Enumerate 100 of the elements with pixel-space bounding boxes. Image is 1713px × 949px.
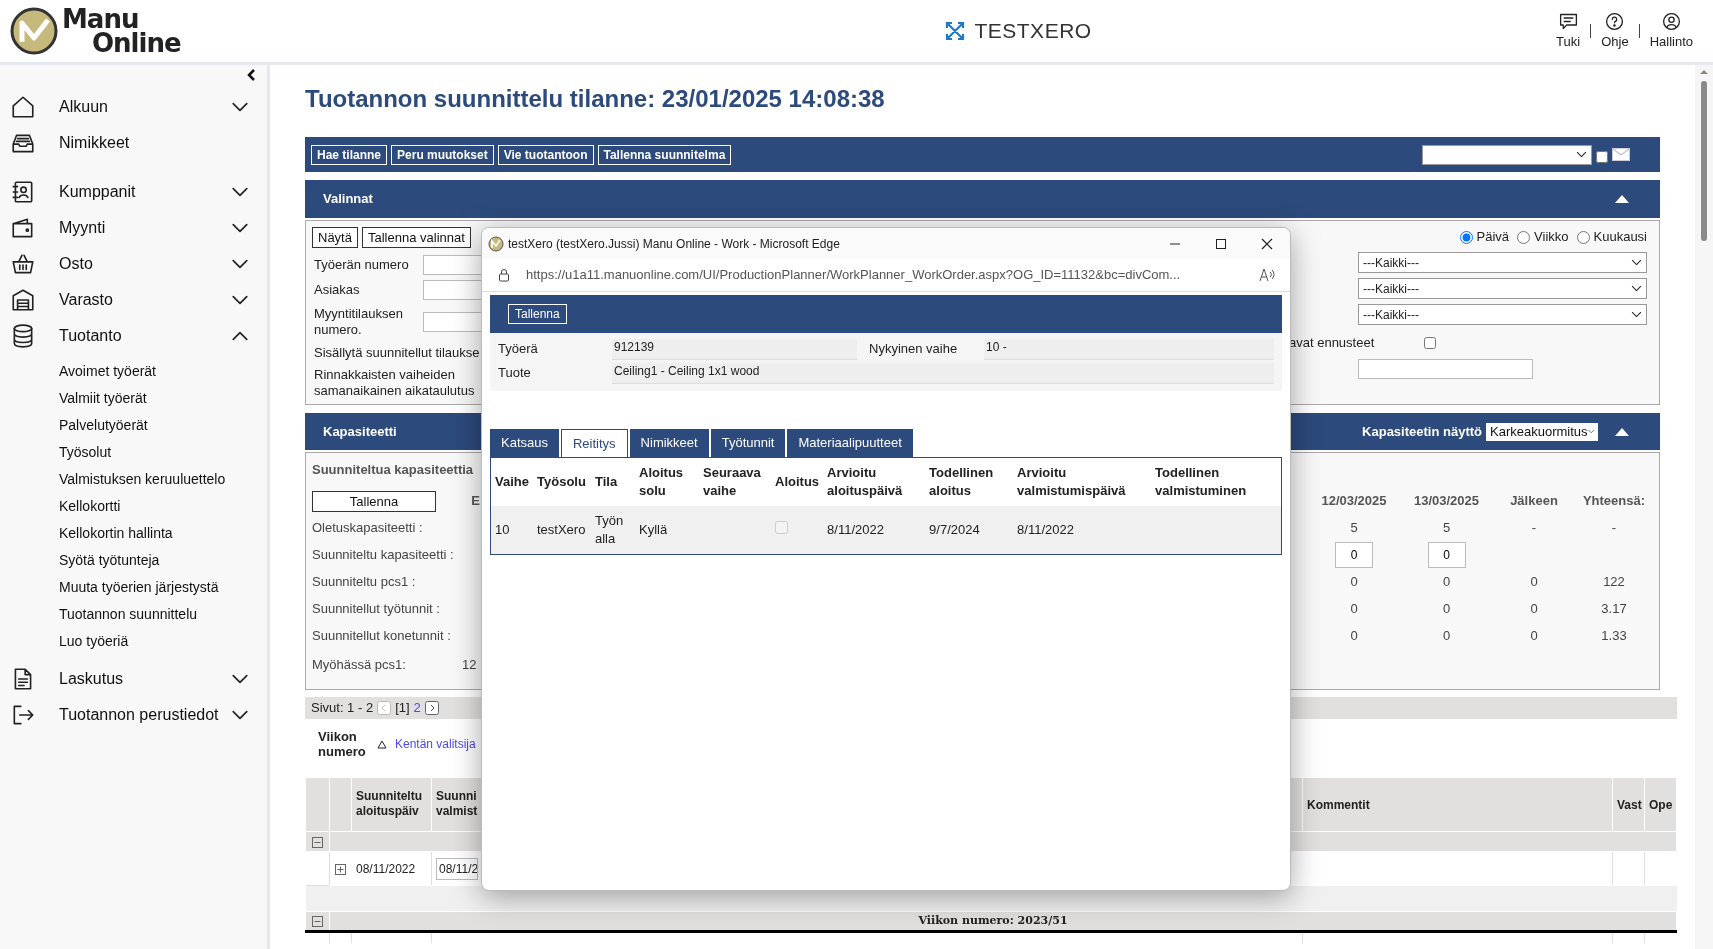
select-field[interactable]: ---Kaikki--- bbox=[1358, 278, 1647, 299]
tab[interactable]: Materiaalipuutteet bbox=[787, 429, 913, 457]
table-cell: 0 bbox=[1530, 573, 1538, 589]
capacity-input[interactable]: 0 bbox=[1427, 541, 1466, 568]
page-title: Tuotannon suunnittelu tilanne: 23/01/2025 14:08:38 bbox=[305, 84, 886, 114]
capacity-input[interactable]: 0 bbox=[1335, 541, 1373, 568]
input-field[interactable] bbox=[423, 312, 482, 332]
chevron-icon bbox=[1631, 283, 1642, 294]
radio-label: Päivä bbox=[1476, 228, 1510, 247]
column-header: Tila bbox=[595, 474, 618, 489]
input-field[interactable] bbox=[423, 255, 482, 275]
sidebar-item[interactable]: Varasto bbox=[0, 282, 267, 318]
checkbox[interactable] bbox=[1424, 336, 1436, 349]
field-label: Sisällytä suunnitellut tilaukse bbox=[314, 345, 480, 361]
field-chooser-link[interactable]: Kentän valitsija bbox=[395, 735, 476, 753]
row-label: Suunnitellut konetunnit : bbox=[312, 627, 451, 643]
action-button[interactable]: Tallenna valinnat bbox=[361, 227, 471, 248]
read-aloud-icon[interactable] bbox=[1258, 267, 1276, 283]
sidebar-subitem[interactable]: Valmistuksen keruuluettelo bbox=[0, 466, 267, 493]
row-label: Suunniteltu pcs1 : bbox=[312, 573, 416, 589]
sidebar-subitem[interactable]: Kellokortti bbox=[0, 493, 267, 520]
warehouse-icon bbox=[10, 287, 36, 313]
address-field[interactable]: https://u1a11.manuonline.com/UI/ProductionPlanner/WorkPlanner_WorkOrder.aspx?OG_ID=11132&bc=divCom... bbox=[526, 265, 1181, 285]
sidebar-subitem[interactable]: Palvelutyöerät bbox=[0, 412, 267, 439]
sidebar-subitem[interactable]: Tuotannon suunnittelu bbox=[0, 601, 267, 628]
select-field[interactable]: ---Kaikki--- bbox=[1358, 304, 1647, 325]
table-cell: 8/11/2022 bbox=[827, 522, 884, 537]
sidebar-item[interactable]: Osto bbox=[0, 246, 267, 282]
table-cell: Työn alla bbox=[595, 513, 624, 546]
sidebar-item[interactable]: Myynti bbox=[0, 210, 267, 246]
sidebar-subitem[interactable]: Luo työeriä bbox=[0, 628, 267, 655]
tab[interactable]: Katsaus bbox=[490, 429, 559, 457]
help-icon bbox=[1604, 10, 1626, 32]
section-title: Valinnat bbox=[323, 190, 373, 209]
header-link[interactable]: Ohje bbox=[1591, 10, 1639, 52]
app-logo-icon bbox=[488, 235, 504, 252]
header-link[interactable]: Tuki bbox=[1546, 10, 1591, 52]
sidebar-item[interactable]: Kumppanit bbox=[0, 174, 267, 210]
row-label: Suunnitellut työtunnit : bbox=[312, 600, 440, 616]
expand-icon[interactable] bbox=[335, 863, 346, 875]
toolbar-button[interactable]: Tallenna suunnitelma bbox=[597, 144, 732, 165]
save-button[interactable]: Tallenna bbox=[312, 490, 436, 512]
radio-button[interactable] bbox=[1576, 230, 1590, 244]
table-cell: 08/11/2022 bbox=[356, 861, 416, 876]
toolbar-button[interactable]: Peru muutokset bbox=[391, 144, 494, 165]
field-label: Nykyinen vaihe bbox=[869, 340, 959, 359]
table-cell: 10 bbox=[495, 522, 510, 537]
tab[interactable]: Reititys bbox=[561, 429, 628, 457]
sidebar-item[interactable]: Laskutus bbox=[0, 661, 267, 697]
sidebar-item[interactable]: Tuotanto bbox=[0, 318, 267, 354]
sidebar-item[interactable]: Alkuun bbox=[0, 89, 267, 125]
checkbox[interactable] bbox=[1596, 150, 1608, 163]
collapse-arrow-icon[interactable] bbox=[1614, 426, 1630, 437]
save-button[interactable]: Tallenna bbox=[508, 304, 567, 324]
sidebar-item[interactable]: Tuotannon perustiedot bbox=[0, 697, 267, 733]
collapse-icon[interactable] bbox=[312, 916, 323, 928]
input-field[interactable] bbox=[1358, 358, 1533, 379]
sidebar-subitem[interactable]: Avoimet työerät bbox=[0, 358, 267, 385]
brand-name: Manu bbox=[62, 7, 139, 31]
next-page-icon[interactable] bbox=[424, 701, 439, 715]
header-link[interactable]: Hallinto bbox=[1639, 10, 1703, 52]
tab[interactable]: Työtunnit bbox=[710, 429, 786, 457]
table-cell: - bbox=[1611, 519, 1617, 535]
page-link[interactable]: [1] bbox=[395, 698, 410, 718]
table-cell: 0 bbox=[1530, 627, 1538, 643]
column-header: Aloitus solu bbox=[639, 465, 684, 498]
select-field[interactable]: Karkeakuormitus bbox=[1486, 422, 1598, 441]
lock-icon bbox=[498, 268, 510, 282]
company-logo-icon bbox=[944, 20, 967, 42]
sidebar-subitem[interactable]: Syötä työtunteja bbox=[0, 547, 267, 574]
sort-label: Viikon numero bbox=[318, 729, 367, 759]
tab[interactable]: Nimikkeet bbox=[629, 429, 709, 457]
date-field[interactable]: 08/11/2 bbox=[436, 857, 478, 880]
window-title: testXero (testXero.Jussi) Manu Online - Work - Microsoft Edge bbox=[508, 235, 840, 253]
sidebar-subitem[interactable]: Työsolut bbox=[0, 439, 267, 466]
action-button[interactable]: Näytä bbox=[312, 227, 358, 248]
select-field[interactable]: ---Kaikki--- bbox=[1358, 252, 1647, 273]
radio-button[interactable] bbox=[1459, 230, 1473, 244]
pager-label: Sivut: 1 - 2 bbox=[311, 699, 374, 718]
sidebar-subitem[interactable]: Kellokortin hallinta bbox=[0, 520, 267, 547]
row-label: Suunniteltu kapasiteetti : bbox=[312, 546, 454, 562]
select-field[interactable] bbox=[1422, 144, 1592, 165]
toolbar-button[interactable]: Vie tuotantoon bbox=[497, 144, 594, 165]
group-label: Viikon numero: 2023/51 bbox=[918, 913, 1068, 927]
page-link[interactable]: 2 bbox=[413, 698, 421, 718]
chevron-icon bbox=[1576, 149, 1587, 160]
sidebar-subitem[interactable]: Muuta työerien järjestystä bbox=[0, 574, 267, 601]
sidebar-subitem[interactable]: Valmiit työerät bbox=[0, 385, 267, 412]
collapse-arrow-icon[interactable] bbox=[1614, 194, 1630, 204]
row-label: Oletuskapasiteetti : bbox=[312, 519, 423, 535]
radio-label: Kuukausi bbox=[1593, 228, 1647, 247]
sidebar-item[interactable]: Nimikkeet bbox=[0, 125, 267, 161]
table-cell: 0 bbox=[1442, 627, 1451, 643]
input-field[interactable] bbox=[423, 280, 482, 300]
row-label: Myöhässä pcs1: bbox=[312, 656, 407, 675]
collapse-sidebar-icon[interactable] bbox=[247, 69, 255, 81]
toolbar-button[interactable]: Hae tilanne bbox=[311, 144, 388, 165]
collapse-icon[interactable] bbox=[312, 836, 323, 848]
table-cell: 1.33 bbox=[1601, 627, 1627, 643]
radio-button[interactable] bbox=[1517, 230, 1531, 244]
